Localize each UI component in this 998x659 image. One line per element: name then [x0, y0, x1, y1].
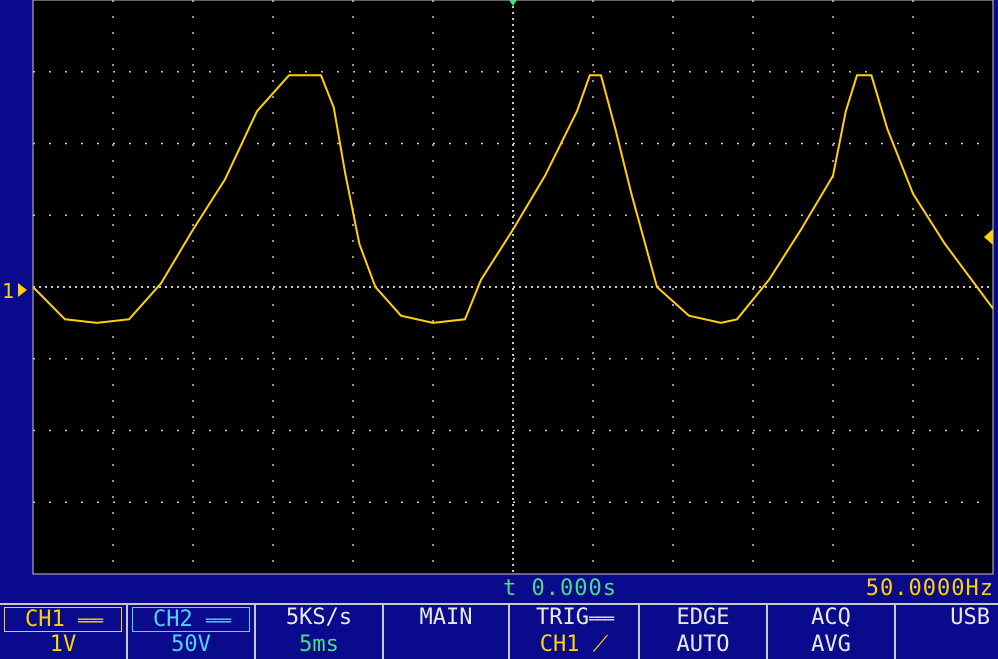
usb-label: USB: [950, 605, 990, 630]
dc-coupling-icon: ═══: [589, 609, 614, 628]
ch2-label: CH2: [153, 607, 193, 632]
dc-coupling-icon: ═══: [78, 611, 103, 630]
ch1-ground-marker: 1: [2, 279, 14, 303]
trigger-mode: AUTO: [676, 632, 730, 657]
sample-rate: 5KS/s: [285, 605, 353, 630]
bottom-menu-bar: CH1 ═══ 1V CH2 ═══ 50V 5KS/s 5ms MAIN TR…: [0, 603, 998, 659]
horizontal-mode-button[interactable]: MAIN: [384, 605, 510, 659]
acquisition-menu-button[interactable]: ACQ AVG: [768, 605, 896, 659]
trigger-source: CH1: [539, 632, 580, 657]
ch1-menu-button[interactable]: CH1 ═══ 1V: [0, 605, 128, 659]
scope-graticule: 1: [2, 0, 994, 575]
grid-lines: [32, 0, 994, 575]
usb-storage-button[interactable]: USB: [896, 605, 998, 659]
acq-label: ACQ: [811, 605, 851, 630]
trigger-type: EDGE: [676, 605, 730, 630]
trigger-label: TRIG: [536, 605, 590, 630]
ch2-scale: 50V: [171, 632, 211, 657]
ch1-ground-arrow-icon: [18, 283, 27, 297]
trigger-level-marker-icon: [984, 229, 993, 245]
trigger-top-marker-icon: [509, 0, 517, 6]
dc-coupling-icon: ═══: [206, 611, 231, 630]
frequency-readout: 50.0000Hz: [865, 576, 994, 601]
mode-label: MAIN: [419, 605, 473, 630]
ch1-label: CH1: [25, 607, 65, 632]
ch2-menu-button[interactable]: CH2 ═══ 50V: [128, 605, 256, 659]
trigger-menu-button[interactable]: TRIG═══ CH1 ⟋: [510, 605, 640, 659]
acq-mode: AVG: [811, 632, 851, 657]
time-per-div: 5ms: [299, 632, 339, 657]
ch1-scale: 1V: [49, 632, 77, 657]
timebase-menu-button[interactable]: 5KS/s 5ms: [256, 605, 384, 659]
rising-edge-icon: ⟋: [592, 632, 609, 657]
trigger-time-readout: t 0.000s: [503, 576, 617, 601]
trigger-type-button[interactable]: EDGE AUTO: [640, 605, 768, 659]
